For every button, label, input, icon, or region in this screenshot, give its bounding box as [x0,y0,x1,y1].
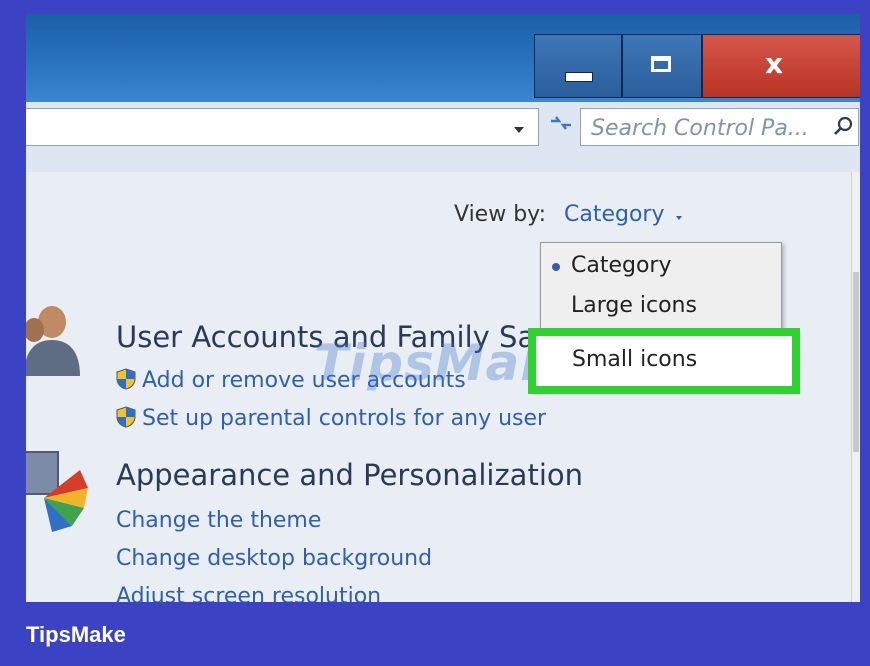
link-adjust-screen-resolution[interactable]: Adjust screen resolution [116,584,381,602]
search-icon[interactable] [832,115,854,137]
brand-label: TipsMake [26,622,126,647]
vertical-scrollbar[interactable] [851,172,860,602]
control-panel-window: x Search Control Pa... View by: Category… [26,14,860,602]
address-bar: Search Control Pa... [26,102,860,173]
minimize-button[interactable] [534,34,622,98]
menu-item-large-icons[interactable]: Large icons [571,293,697,318]
appearance-icon [26,451,88,532]
address-field[interactable] [26,108,539,146]
link-change-theme[interactable]: Change the theme [116,508,321,533]
search-input[interactable]: Search Control Pa... [591,116,809,141]
control-panel-content: View by: Category Category Large icons U… [26,172,860,602]
refresh-icon [551,116,571,130]
image-frame: x Search Control Pa... View by: Category… [0,0,870,666]
address-dropdown-arrow-icon[interactable] [514,127,524,133]
close-icon: x [765,47,784,80]
maximize-button[interactable] [622,34,702,98]
link-parental-controls-label[interactable]: Set up parental controls for any user [142,406,546,431]
selected-radio-icon [552,263,560,271]
menu-item-small-icons-highlight[interactable]: Small icons [528,328,800,394]
search-box[interactable]: Search Control Pa... [580,108,859,146]
view-by-label: View by: [454,202,546,227]
view-by-caret-icon[interactable] [676,216,682,220]
view-by-dropdown[interactable]: Category [564,202,665,227]
menu-item-category[interactable]: Category [571,253,672,278]
title-bar: x [26,14,860,102]
scrollbar-thumb[interactable] [853,272,859,452]
menu-item-small-icons[interactable]: Small icons [572,347,697,372]
link-change-desktop-background[interactable]: Change desktop background [116,546,432,571]
minimize-icon [565,72,593,82]
refresh-button[interactable] [546,112,576,142]
section-title-appearance[interactable]: Appearance and Personalization [116,458,583,492]
shield-icon [116,406,136,428]
users-icon [26,306,80,376]
link-parental-controls[interactable]: Set up parental controls for any user [116,406,546,431]
close-button[interactable]: x [702,34,860,98]
maximize-icon [651,56,671,72]
shield-icon [116,368,136,390]
